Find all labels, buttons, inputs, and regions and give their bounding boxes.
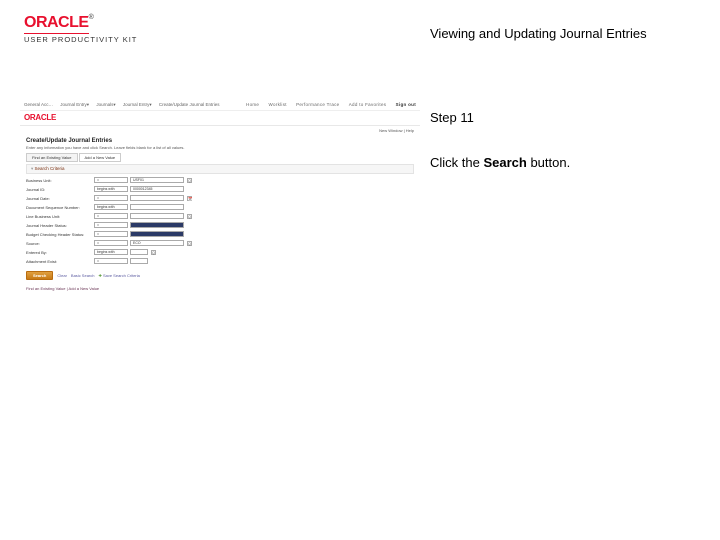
op-select[interactable]: = [94, 177, 128, 183]
lookup-icon[interactable]: Q [187, 241, 192, 246]
crumb[interactable]: Journal Entry▾ [60, 102, 89, 107]
field-row: Journal Header Status:= [26, 221, 414, 229]
basic-search-link[interactable]: Basic Search [71, 273, 95, 278]
upk-subtitle: USER PRODUCTIVITY KIT [24, 35, 137, 44]
field-row: Line Business Unit:=Q [26, 212, 414, 220]
app-page-title: Create/Update Journal Entries [20, 135, 420, 145]
instruction-text: Click the Search button. [430, 155, 570, 170]
value-select[interactable] [130, 222, 184, 228]
value-input[interactable] [130, 195, 184, 201]
app-topbar: General Acc… Journal Entry▾ Journals▾ Jo… [20, 100, 420, 111]
value-select[interactable] [130, 258, 148, 264]
tab-favorites[interactable]: Add to Favorites [349, 102, 387, 107]
value-select[interactable] [130, 231, 184, 237]
app-page-sub: Enter any information you have and click… [20, 145, 420, 153]
action-bar: Search Clear Basic Search Save Search Cr… [26, 271, 414, 280]
value-input[interactable]: 0000012345 [130, 186, 184, 192]
lookup-icon[interactable]: Q [187, 214, 192, 219]
crumb[interactable]: Create/Update Journal Entries [159, 102, 220, 107]
instruction-suffix: button. [527, 155, 570, 170]
tab-signout[interactable]: Sign out [396, 102, 416, 107]
lookup-icon[interactable]: Q [187, 178, 192, 183]
oracle-mini-logo: ORACLE [24, 113, 56, 122]
mode-tabs: Find an Existing Value Add a New Value [26, 153, 414, 162]
op-select[interactable]: = [94, 240, 128, 246]
crumb[interactable]: Journal Entry▾ [123, 102, 152, 107]
field-row: Attachment Exist:= [26, 257, 414, 265]
value-input[interactable]: USF01 [130, 177, 184, 183]
op-select[interactable]: begins with [94, 186, 128, 192]
lookup-icon[interactable]: Q [151, 250, 156, 255]
app-screenshot: General Acc… Journal Entry▾ Journals▾ Jo… [20, 100, 420, 340]
field-row: Document Sequence Number:begins with [26, 203, 414, 211]
breadcrumb: General Acc… Journal Entry▾ Journals▾ Jo… [24, 102, 225, 108]
value-input[interactable] [130, 204, 184, 210]
value-input[interactable]: ECO [130, 240, 184, 246]
brand-header: ORACLE® USER PRODUCTIVITY KIT [24, 14, 137, 44]
tab-worklist[interactable]: Worklist [269, 102, 287, 107]
field-row: Journal ID:begins with0000012345 [26, 185, 414, 193]
clear-link[interactable]: Clear [57, 273, 67, 278]
value-input[interactable] [130, 213, 184, 219]
search-button[interactable]: Search [26, 271, 53, 280]
tab-add-new[interactable]: Add a New Value [79, 153, 122, 162]
search-form: Business Unit:=USF01Q Journal ID:begins … [26, 176, 414, 265]
field-row: Journal Date:=📅 [26, 194, 414, 202]
save-search-link[interactable]: Save Search Criteria [98, 273, 139, 278]
field-row: Entered By:begins withQ [26, 248, 414, 256]
tab-trace[interactable]: Performance Trace [296, 102, 339, 107]
op-select[interactable]: = [94, 195, 128, 201]
field-row: Business Unit:=USF01Q [26, 176, 414, 184]
op-select[interactable]: begins with [94, 249, 128, 255]
op-select[interactable]: = [94, 231, 128, 237]
footer-links[interactable]: Find an Existing Value | Add a New Value [26, 286, 414, 291]
tab-home[interactable]: Home [246, 102, 259, 107]
app-util-links[interactable]: New Window | Help [20, 126, 420, 135]
app-brandbar: ORACLE [20, 111, 420, 126]
field-row: Source:=ECOQ [26, 239, 414, 247]
op-select[interactable]: = [94, 222, 128, 228]
op-select[interactable]: = [94, 258, 128, 264]
search-criteria-header[interactable]: Search Criteria [26, 164, 414, 174]
step-label: Step 11 [430, 110, 474, 125]
crumb[interactable]: General Acc… [24, 102, 53, 107]
crumb[interactable]: Journals▾ [96, 102, 115, 107]
calendar-icon[interactable]: 📅 [187, 196, 192, 201]
instruction-bold: Search [483, 155, 526, 170]
value-input[interactable] [130, 249, 148, 255]
field-row: Budget Checking Header Status:= [26, 230, 414, 238]
op-select[interactable]: begins with [94, 204, 128, 210]
instruction-prefix: Click the [430, 155, 483, 170]
trademark: ® [89, 14, 94, 21]
op-select[interactable]: = [94, 213, 128, 219]
oracle-logo: ORACLE [24, 14, 89, 34]
tab-find-existing[interactable]: Find an Existing Value [26, 153, 78, 162]
util-tabs: Home Worklist Performance Trace Add to F… [238, 102, 416, 108]
page-title: Viewing and Updating Journal Entries [430, 26, 647, 41]
